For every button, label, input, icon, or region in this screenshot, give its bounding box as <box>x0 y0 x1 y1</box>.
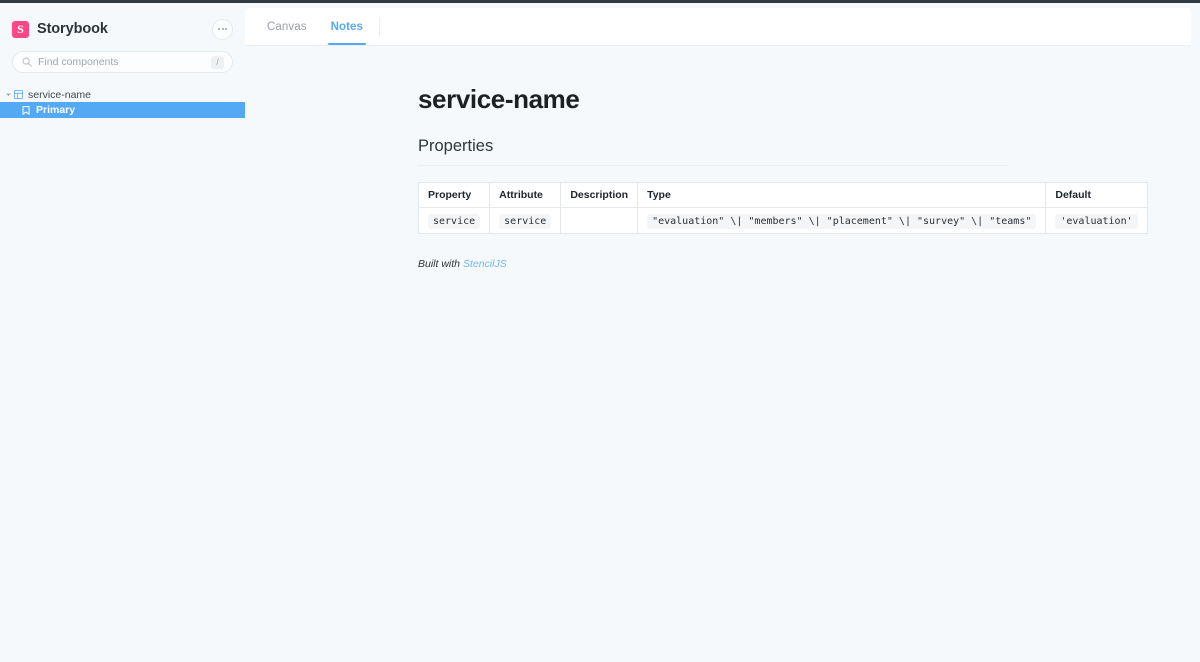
sidebar-item-label: service-name <box>28 88 92 101</box>
built-with-label: Built with <box>418 258 463 270</box>
sidebar-item-label: Primary <box>36 104 76 116</box>
tab-canvas[interactable]: Canvas <box>255 8 319 45</box>
attribute-name-code: service <box>499 213 552 229</box>
cell-type: "evaluation" \| "members" \| "placement"… <box>637 207 1047 234</box>
bookmark-icon <box>22 105 30 115</box>
brand-name: Storybook <box>37 21 108 37</box>
search-container: / <box>0 51 245 73</box>
column-header-type: Type <box>637 182 1047 208</box>
sidebar-header: S Storybook <box>0 9 245 49</box>
cell-default: 'evaluation' <box>1045 207 1148 234</box>
component-grid-icon <box>14 90 23 99</box>
storybook-app: S Storybook / <box>0 3 1200 662</box>
notes-content: service-name Properties Property Attribu… <box>245 84 1191 270</box>
main-panel: Canvas Notes service-name Properties Pro… <box>245 8 1191 659</box>
sidebar-item-service-name[interactable]: service-name <box>0 87 245 102</box>
cell-property: service <box>417 207 491 234</box>
search-icon <box>22 57 32 67</box>
sidebar-menu-button[interactable] <box>212 18 233 40</box>
stenciljs-link[interactable]: StencilJS <box>463 258 507 270</box>
storybook-logo-icon: S <box>12 20 29 38</box>
column-header-default: Default <box>1045 182 1148 208</box>
default-value-code: 'evaluation' <box>1055 213 1138 229</box>
tab-notes[interactable]: Notes <box>319 8 375 45</box>
ellipsis-dot-icon <box>225 28 227 30</box>
search-shortcut-badge: / <box>211 55 224 69</box>
ellipsis-dot-icon <box>218 28 220 30</box>
sidebar: S Storybook / <box>0 3 245 662</box>
type-value-code: "evaluation" \| "members" \| "placement"… <box>647 213 1037 229</box>
table-head: Property Attribute Description Type Defa… <box>417 182 1148 208</box>
page-title: service-name <box>418 84 580 114</box>
search-box[interactable]: / <box>12 51 233 73</box>
table-body: service service "evaluation" \| "members… <box>417 207 1148 234</box>
sidebar-item-primary[interactable]: Primary <box>0 102 245 118</box>
column-header-attribute: Attribute <box>489 182 562 208</box>
section-heading-properties: Properties <box>418 137 1008 166</box>
cell-description <box>560 207 639 234</box>
built-with-footer: Built with StencilJS <box>418 258 1151 270</box>
table-header-row: Property Attribute Description Type Defa… <box>417 182 1148 208</box>
column-header-description: Description <box>560 182 639 208</box>
property-name-code: service <box>428 213 481 229</box>
panel-tabbar: Canvas Notes <box>245 8 1191 46</box>
cell-attribute: service <box>489 207 562 234</box>
table-row: service service "evaluation" \| "members… <box>417 207 1148 234</box>
chevron-down-icon[interactable] <box>4 90 13 99</box>
search-input[interactable] <box>38 53 211 71</box>
tabbar-divider <box>379 17 381 36</box>
brand[interactable]: S Storybook <box>12 20 108 38</box>
component-tree: service-name Primary <box>0 87 245 118</box>
panel-body: service-name Properties Property Attribu… <box>245 46 1191 659</box>
ellipsis-dot-icon <box>221 28 224 30</box>
column-header-property: Property <box>417 182 491 208</box>
properties-table: Property Attribute Description Type Defa… <box>417 182 1148 234</box>
